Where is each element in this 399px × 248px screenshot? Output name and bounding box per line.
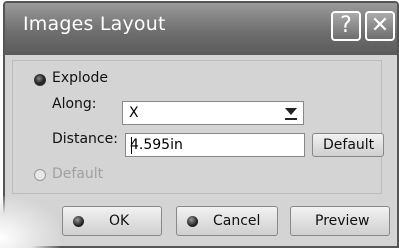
cancel-button[interactable]: Cancel <box>176 206 278 236</box>
preview-button[interactable]: Preview <box>290 206 390 236</box>
chevron-down-icon[interactable] <box>285 108 297 115</box>
distance-input-value: 4.595in <box>130 137 183 153</box>
distance-default-button-label: Default <box>323 137 375 153</box>
ok-bullet-icon <box>73 216 84 227</box>
along-select-value: X <box>129 105 139 121</box>
window-title: Images Layout <box>23 13 166 35</box>
along-select[interactable]: X <box>122 101 304 125</box>
cancel-button-label: Cancel <box>213 213 261 229</box>
explode-label: Explode <box>52 70 108 86</box>
default-radio[interactable] <box>34 169 46 181</box>
ok-button[interactable]: OK <box>62 206 162 236</box>
along-label: Along: <box>52 96 97 112</box>
background-decoration <box>0 196 60 248</box>
explode-radio[interactable] <box>34 74 46 86</box>
distance-default-button[interactable]: Default <box>312 133 384 157</box>
cancel-bullet-icon <box>187 216 198 227</box>
help-button[interactable]: ? <box>331 11 361 41</box>
close-button[interactable]: ✕ <box>365 11 395 41</box>
preview-button-label: Preview <box>315 213 370 229</box>
default-radio-label: Default <box>52 166 104 182</box>
ok-button-label: OK <box>109 213 130 229</box>
dropdown-bar-icon <box>285 118 297 120</box>
title-bar[interactable]: Images Layout ? ✕ <box>5 3 397 55</box>
distance-label: Distance: <box>52 131 118 147</box>
distance-input[interactable]: 4.595in <box>125 133 305 157</box>
